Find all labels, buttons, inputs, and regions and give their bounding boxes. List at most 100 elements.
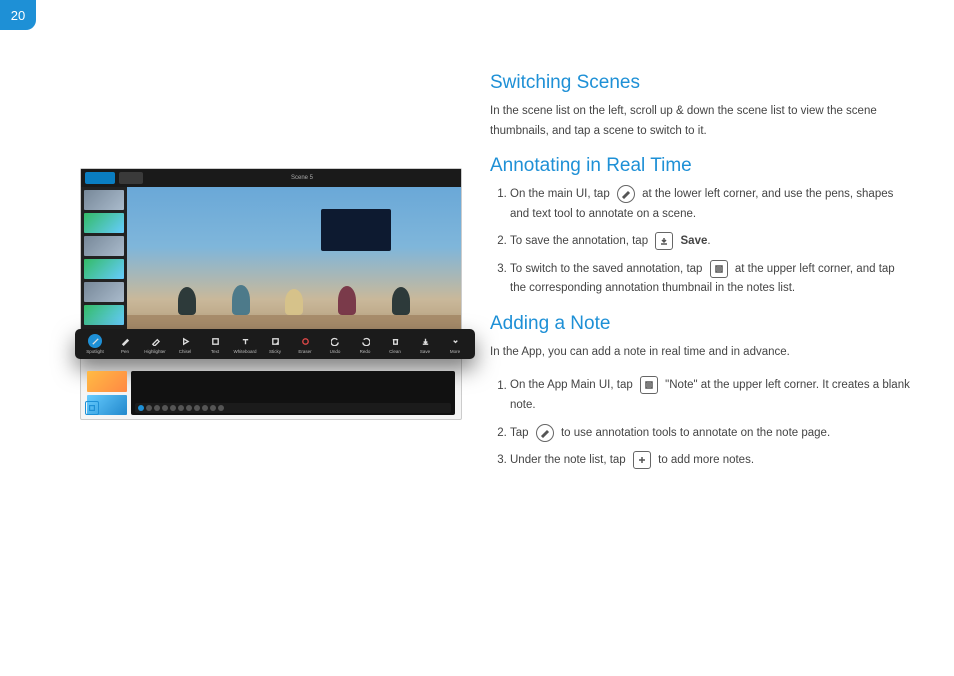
tool-label: Highlighter <box>144 349 166 354</box>
list-item: To save the annotation, tap Save. <box>510 232 910 252</box>
tool-label: Chisel <box>179 349 192 354</box>
download-icon <box>655 232 673 250</box>
page-number-badge: 20 <box>0 0 36 30</box>
mock-person <box>392 287 410 315</box>
tool-label: Eraser <box>298 349 311 354</box>
tool-label: Clean <box>389 349 401 354</box>
mock-main-view <box>127 187 461 337</box>
mock-person <box>178 287 196 315</box>
text: Under the note list, tap <box>510 454 626 466</box>
tool-whiteboard: Whiteboard <box>231 334 259 354</box>
scene-thumb <box>87 371 127 392</box>
paragraph-switching: In the scene list on the left, scroll up… <box>490 102 910 141</box>
scene-thumb <box>84 213 124 233</box>
mini-tool <box>162 405 168 411</box>
tool-undo: Undo <box>321 334 349 354</box>
mock-tab-inactive <box>119 172 143 184</box>
tool-label: Save <box>420 349 430 354</box>
text-icon <box>238 334 252 348</box>
mock-scene-title: Scene 5 <box>147 175 457 181</box>
mock-tab-active <box>85 172 115 184</box>
tool-save: Save <box>411 334 439 354</box>
text: to add more notes. <box>658 454 754 466</box>
eraser-icon <box>298 334 312 348</box>
mini-tool <box>210 405 216 411</box>
mini-tool <box>138 405 144 411</box>
tool-highlighter: Highlighter <box>141 334 169 354</box>
tool-label: Whiteboard <box>233 349 256 354</box>
scene-thumb <box>84 190 124 210</box>
notes-icon <box>640 376 658 394</box>
note-icon <box>268 334 282 348</box>
tool-label: More <box>450 349 460 354</box>
tool-label: Text <box>211 349 219 354</box>
paragraph-adding-intro: In the App, you can add a note in real t… <box>490 343 910 363</box>
undo-icon <box>328 334 342 348</box>
mock-body <box>81 187 461 337</box>
tool-redo: Redo <box>351 334 379 354</box>
pen-icon <box>617 185 635 203</box>
tool-eraser: Eraser <box>291 334 319 354</box>
list-item: Under the note list, tap to add more not… <box>510 451 910 471</box>
mini-tool <box>194 405 200 411</box>
mock-mini-toolbar <box>135 403 451 413</box>
chevron-down-icon <box>448 334 462 348</box>
mini-tool <box>154 405 160 411</box>
doc-content: Switching Scenes In the scene list on th… <box>490 60 910 485</box>
text: On the main UI, tap <box>510 188 610 200</box>
tool-pen: Pen <box>111 334 139 354</box>
heading-switching-scenes: Switching Scenes <box>490 72 910 94</box>
save-icon <box>418 334 432 348</box>
scene-thumb <box>84 259 124 279</box>
mini-tool <box>146 405 152 411</box>
pen-icon <box>118 334 132 348</box>
highlighter-icon <box>148 334 162 348</box>
mini-tool <box>218 405 224 411</box>
tool-spotlight: Spotlight <box>81 334 109 354</box>
list-adding: On the App Main UI, tap "Note" at the up… <box>490 376 910 470</box>
text: Tap <box>510 427 529 439</box>
tool-label: Sticky <box>269 349 281 354</box>
heading-adding-note: Adding a Note <box>490 313 910 335</box>
save-label: Save <box>681 235 708 247</box>
tool-sticky: Sticky <box>261 334 289 354</box>
app-screenshot-mock: Scene 5 Spotlight <box>80 168 462 420</box>
pen-icon <box>88 334 102 348</box>
play-icon <box>178 334 192 348</box>
scene-thumb <box>84 236 124 256</box>
text: On the App Main UI, tap <box>510 380 633 392</box>
scene-thumb <box>84 282 124 302</box>
list-item: Tap to use annotation tools to annotate … <box>510 424 910 444</box>
text: To switch to the saved annotation, tap <box>510 263 702 275</box>
mock-lower-main <box>131 371 455 415</box>
scene-thumb <box>84 305 124 325</box>
mini-tool <box>186 405 192 411</box>
mock-lower <box>87 371 455 415</box>
list-item: On the App Main UI, tap "Note" at the up… <box>510 376 910 415</box>
trash-icon <box>388 334 402 348</box>
tool-label: Spotlight <box>86 349 104 354</box>
mock-scene-list <box>81 187 127 337</box>
tool-label: Pen <box>121 349 129 354</box>
text: to use annotation tools to annotate on t… <box>561 427 830 439</box>
mock-topbar: Scene 5 <box>81 169 461 187</box>
mock-people <box>160 275 427 315</box>
redo-icon <box>358 334 372 348</box>
tool-label: Redo <box>360 349 371 354</box>
list-item: To switch to the saved annotation, tap a… <box>510 260 910 299</box>
pen-icon <box>536 424 554 442</box>
list-item: On the main UI, tap at the lower left co… <box>510 185 910 224</box>
annotation-toolbar-callout: Spotlight Pen Highlighter Chisel Text Wh… <box>75 329 475 359</box>
text: To save the annotation, tap <box>510 235 648 247</box>
heading-annotating: Annotating in Real Time <box>490 155 910 177</box>
text: . <box>707 235 710 247</box>
mock-wall-screen <box>321 209 391 251</box>
list-annotating: On the main UI, tap at the lower left co… <box>490 185 910 299</box>
mini-tool <box>170 405 176 411</box>
annotate-corner-button <box>85 401 99 415</box>
mock-person <box>232 285 250 315</box>
notes-icon <box>710 260 728 278</box>
mini-tool <box>178 405 184 411</box>
tool-label: Undo <box>330 349 341 354</box>
rect-icon <box>208 334 222 348</box>
